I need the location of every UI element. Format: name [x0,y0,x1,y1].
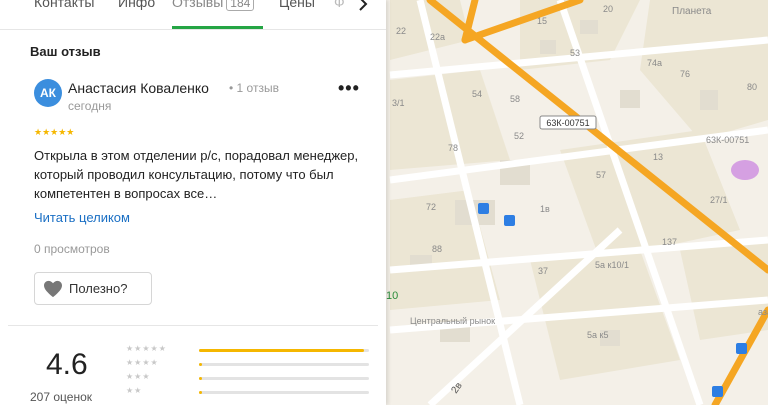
svg-text:5а к5: 5а к5 [587,330,608,340]
rating-bar-fill [199,349,364,352]
svg-text:78: 78 [448,143,458,153]
svg-text:5а к10/1: 5а к10/1 [595,260,629,270]
svg-text:37: 37 [538,266,548,276]
place-panel: Контакты Инфо Отзывы 184 Цены Ф Ваш отзыв… [0,0,386,405]
chevron-right-icon[interactable] [358,0,368,15]
rating-row-3: ★★★ [126,372,372,384]
svg-text:Центральный рынок: Центральный рынок [410,316,495,326]
rating-bar-fill [199,377,202,380]
svg-text:57: 57 [596,170,606,180]
reviews-count-badge: 184 [226,0,255,11]
svg-text:52: 52 [514,131,524,141]
tab-prices[interactable]: Цены [279,0,315,10]
views-count: 0 просмотров [34,242,110,256]
rating-row-stars: ★★ [126,386,143,395]
svg-text:22: 22 [396,26,406,36]
useful-button[interactable]: Полезно? [34,272,152,305]
svg-text:22a: 22a [430,32,445,42]
rating-row-4: ★★★★ [126,358,372,370]
rating-bar-track [199,391,369,394]
svg-text:20: 20 [603,4,613,14]
svg-text:137: 137 [662,237,677,247]
svg-text:Планета: Планета [672,6,712,17]
rating-bar-fill [199,363,202,366]
highway-label: 63К-00751 [546,118,589,128]
rating-row-2: ★★ [126,386,372,398]
read-more-link[interactable]: Читать целиком [34,210,130,225]
useful-label: Полезно? [69,281,128,296]
your-review-title: Ваш отзыв [30,44,101,59]
your-review-card: Ваш отзыв АК Анастасия Коваленко • 1 отз… [8,30,378,323]
svg-text:80: 80 [747,82,757,92]
svg-text:76: 76 [680,69,690,79]
more-dots-icon[interactable]: ••• [338,78,360,99]
svg-text:72: 72 [426,202,436,212]
market-label: 10 [386,290,398,302]
tab-info[interactable]: Инфо [118,0,155,10]
tab-contacts[interactable]: Контакты [34,0,94,10]
avatar[interactable]: АК [34,79,62,107]
svg-text:13: 13 [653,152,663,162]
rating-bar-track [199,363,369,366]
review-stars: ★★★★★ [34,127,75,137]
rating-row-stars: ★★★ [126,372,151,381]
rating-bar-track [199,349,369,352]
average-rating: 4.6 [46,348,88,381]
rating-row-5: ★★★★★ [126,344,372,356]
heart-icon [44,280,62,297]
svg-text:3/1: 3/1 [392,98,405,108]
svg-text:58: 58 [510,94,520,104]
rating-row-stars: ★★★★★ [126,344,167,353]
svg-text:27/1: 27/1 [710,195,728,205]
tabs-bar: Контакты Инфо Отзывы 184 Цены Ф [0,0,386,30]
svg-text:азарная: азарная [758,307,768,317]
svg-text:15: 15 [537,16,547,26]
tab-reviews-label: Отзывы [172,0,224,10]
tab-photos[interactable]: Ф [334,0,345,10]
rating-bar-fill [199,391,202,394]
rating-row-stars: ★★★★ [126,358,159,367]
svg-text:53: 53 [570,48,580,58]
author-review-count: • 1 отзыв [229,81,279,95]
review-date: сегодня [68,99,112,113]
active-tab-indicator [172,26,263,29]
rating-summary: 4.6 207 оценок ★★★★★ ★★★★ ★★★ ★★ [8,325,378,405]
tab-reviews[interactable]: Отзывы 184 [172,0,255,11]
author-name[interactable]: Анастасия Коваленко [68,80,209,96]
review-text: Открыла в этом отделении р/с, порадовал … [34,148,359,201]
ratings-count: 207 оценок [30,390,92,404]
rating-bar-track [199,377,369,380]
svg-text:74a: 74a [647,58,662,68]
svg-text:54: 54 [472,89,482,99]
svg-text:63К-00751: 63К-00751 [706,135,749,145]
svg-text:88: 88 [432,244,442,254]
svg-text:1в: 1в [540,204,550,214]
